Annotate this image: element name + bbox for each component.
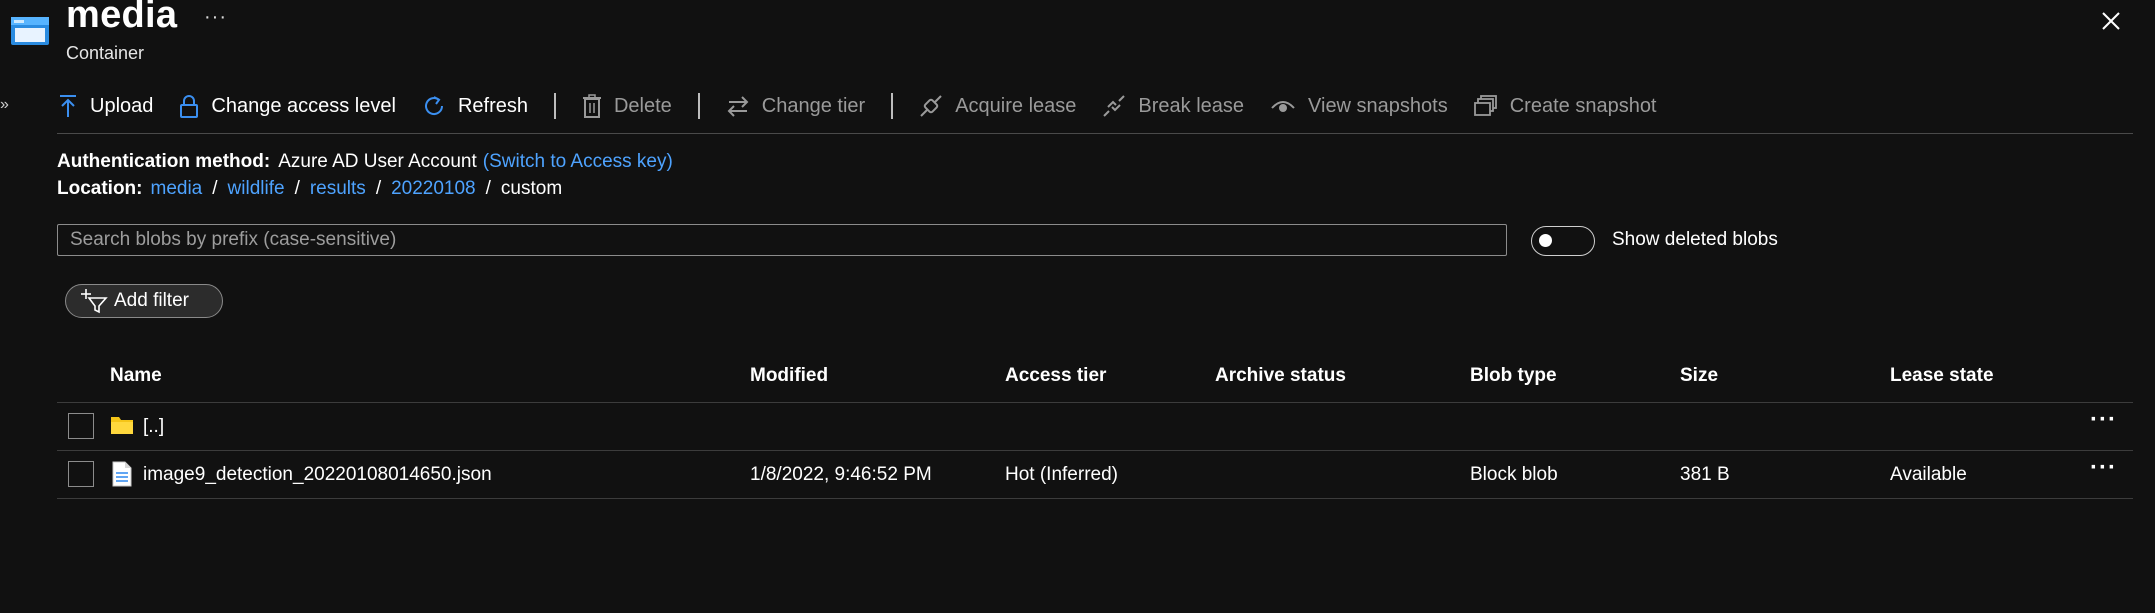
toolbar-divider bbox=[891, 93, 894, 119]
snapshot-icon bbox=[1473, 95, 1497, 116]
broken-link-icon bbox=[1103, 95, 1126, 117]
folder-icon bbox=[110, 414, 134, 441]
toolbar-divider bbox=[553, 93, 556, 119]
view-snapshots-label: View snapshots bbox=[1308, 94, 1448, 117]
add-filter-button[interactable]: Add filter bbox=[65, 284, 223, 318]
file-icon bbox=[111, 461, 133, 492]
toolbar-divider-line bbox=[57, 133, 2133, 134]
column-header-size[interactable]: Size bbox=[1680, 365, 1718, 387]
switch-to-access-key-link[interactable]: (Switch to Access key) bbox=[483, 151, 673, 173]
table-header-divider bbox=[57, 402, 2133, 403]
row-checkbox[interactable] bbox=[68, 461, 94, 487]
break-lease-label: Break lease bbox=[1138, 94, 1245, 117]
refresh-icon bbox=[424, 96, 443, 115]
breadcrumb-wildlife[interactable]: wildlife bbox=[228, 178, 285, 200]
delete-label: Delete bbox=[613, 94, 672, 117]
page-subtitle: Container bbox=[66, 43, 145, 63]
breadcrumb-20220108[interactable]: 20220108 bbox=[391, 178, 476, 200]
row-checkbox[interactable] bbox=[68, 413, 94, 439]
column-header-blob-type[interactable]: Blob type bbox=[1470, 365, 1557, 387]
add-filter-icon bbox=[81, 289, 108, 314]
table-row-divider bbox=[57, 498, 2133, 499]
breadcrumb-results[interactable]: results bbox=[310, 178, 366, 200]
breadcrumb-separator: / bbox=[375, 178, 382, 199]
breadcrumb-media[interactable]: media bbox=[151, 178, 203, 200]
link-icon bbox=[920, 95, 942, 117]
sidebar-expand-button[interactable]: » bbox=[0, 96, 9, 114]
column-header-modified[interactable]: Modified bbox=[750, 365, 828, 387]
table-row-blob-type: Block blob bbox=[1470, 464, 1558, 485]
swap-icon bbox=[727, 96, 749, 117]
close-button[interactable] bbox=[2096, 6, 2126, 36]
breadcrumb-separator: / bbox=[212, 178, 218, 199]
change-tier-label: Change tier bbox=[761, 94, 866, 117]
refresh-button[interactable]: Refresh bbox=[422, 94, 528, 118]
location-label: Location: bbox=[57, 178, 143, 199]
column-header-lease-state[interactable]: Lease state bbox=[1890, 365, 1994, 387]
column-header-archive-status[interactable]: Archive status bbox=[1215, 365, 1346, 387]
show-deleted-blobs-toggle[interactable] bbox=[1531, 226, 1595, 256]
page-title: media bbox=[66, 0, 178, 36]
breadcrumb-separator: / bbox=[485, 178, 491, 199]
change-tier-button[interactable]: Change tier bbox=[726, 94, 865, 118]
auth-label: Authentication method: bbox=[57, 151, 271, 172]
breadcrumb: Location: media / wildlife / results / 2… bbox=[57, 178, 562, 200]
table-row-access-tier: Hot (Inferred) bbox=[1005, 464, 1118, 485]
column-header-access-tier[interactable]: Access tier bbox=[1005, 365, 1106, 387]
close-icon bbox=[2102, 12, 2120, 30]
auth-value: Azure AD User Account bbox=[278, 151, 477, 172]
breadcrumb-current: custom bbox=[500, 178, 563, 199]
container-icon bbox=[10, 14, 50, 46]
acquire-lease-button[interactable]: Acquire lease bbox=[919, 94, 1076, 118]
table-row-name[interactable]: [..] bbox=[143, 416, 164, 438]
upload-button[interactable]: Upload bbox=[58, 94, 153, 118]
table-row-modified: 1/8/2022, 9:46:52 PM bbox=[750, 464, 932, 485]
refresh-label: Refresh bbox=[457, 94, 528, 117]
add-filter-label: Add filter bbox=[114, 290, 189, 311]
breadcrumb-separator: / bbox=[294, 178, 300, 199]
break-lease-button[interactable]: Break lease bbox=[1102, 94, 1244, 118]
table-row-lease-state: Available bbox=[1890, 464, 1967, 485]
row-more-button[interactable]: ··· bbox=[2090, 406, 2117, 434]
toolbar-divider bbox=[697, 93, 700, 119]
view-snapshots-button[interactable]: View snapshots bbox=[1270, 94, 1448, 118]
upload-icon bbox=[60, 95, 76, 117]
table-row-name[interactable]: image9_detection_20220108014650.json bbox=[143, 464, 492, 486]
trash-icon bbox=[582, 94, 601, 118]
delete-button[interactable]: Delete bbox=[582, 94, 672, 118]
show-deleted-blobs-label: Show deleted blobs bbox=[1612, 229, 1778, 250]
create-snapshot-label: Create snapshot bbox=[1509, 94, 1657, 117]
change-access-level-label: Change access level bbox=[211, 94, 396, 117]
toggle-knob bbox=[1539, 234, 1552, 247]
column-header-name[interactable]: Name bbox=[110, 365, 162, 387]
more-options-button[interactable]: ··· bbox=[204, 6, 227, 29]
table-row-size: 381 B bbox=[1680, 464, 1730, 485]
change-access-level-button[interactable]: Change access level bbox=[179, 94, 396, 118]
upload-label: Upload bbox=[90, 94, 154, 117]
eye-icon bbox=[1271, 101, 1295, 112]
command-bar: Upload Change access level Refresh Delet… bbox=[58, 88, 1683, 124]
create-snapshot-button[interactable]: Create snapshot bbox=[1473, 94, 1657, 118]
authentication-method: Authentication method: Azure AD User Acc… bbox=[57, 151, 673, 173]
search-input[interactable] bbox=[57, 224, 1507, 256]
lock-icon bbox=[180, 95, 199, 118]
row-more-button[interactable]: ··· bbox=[2090, 454, 2117, 482]
acquire-lease-label: Acquire lease bbox=[955, 94, 1077, 117]
table-row-divider bbox=[57, 450, 2133, 451]
